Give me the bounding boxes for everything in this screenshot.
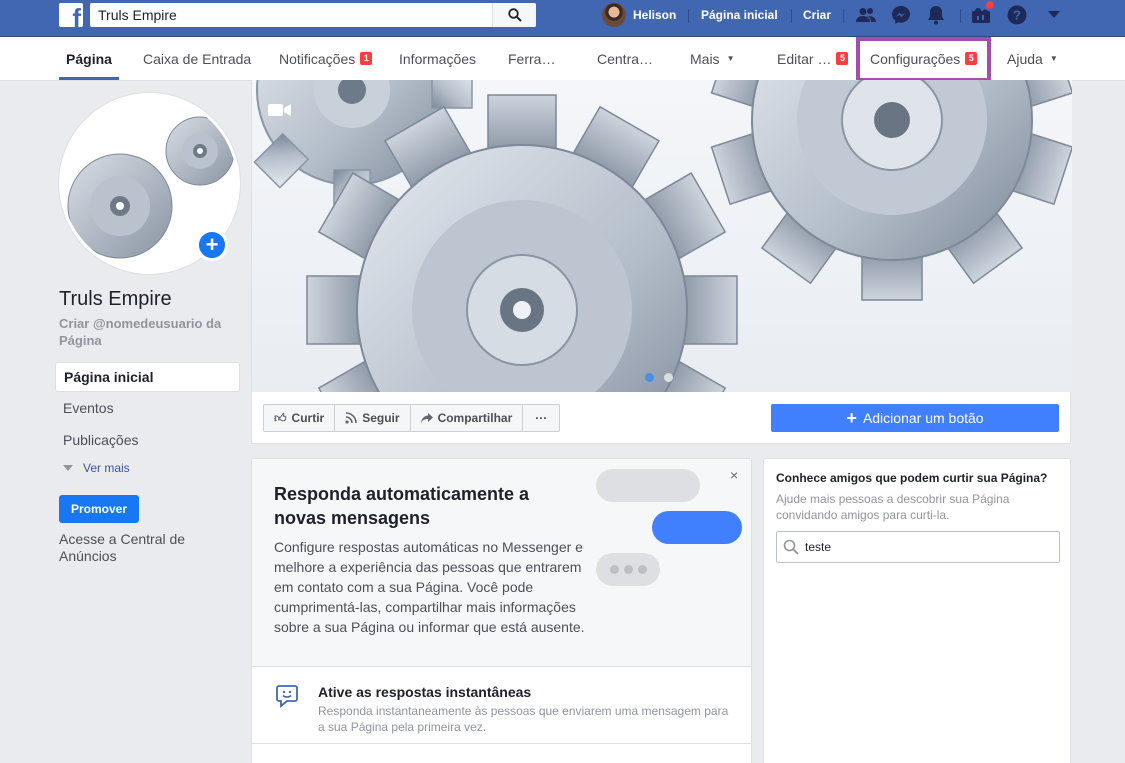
divider bbox=[843, 9, 844, 23]
rss-follow-icon bbox=[345, 412, 358, 424]
smiley-chat-icon bbox=[276, 684, 298, 713]
edit-badge: 5 bbox=[836, 52, 849, 65]
auto-reply-card: Responda automaticamente a novas mensage… bbox=[251, 458, 752, 763]
follow-button[interactable]: Seguir bbox=[335, 405, 411, 431]
search-icon bbox=[507, 8, 522, 22]
invite-friends-input[interactable] bbox=[805, 532, 1055, 562]
svg-text:?: ? bbox=[1013, 8, 1021, 23]
page-name: Truls Empire bbox=[59, 288, 172, 310]
left-menu-item-posts[interactable]: Publicações bbox=[55, 424, 240, 456]
ads-center-link[interactable]: Acesse a Central de Anúncios bbox=[59, 531, 219, 565]
add-photo-button[interactable]: + bbox=[196, 229, 228, 261]
ellipsis-icon: ··· bbox=[535, 411, 548, 425]
auto-reply-banner: Responda automaticamente a novas mensage… bbox=[252, 459, 751, 667]
search-icon bbox=[783, 539, 799, 555]
left-menu-item-home[interactable]: Página inicial bbox=[55, 362, 240, 392]
promote-button[interactable]: Promover bbox=[59, 495, 139, 523]
search-box bbox=[90, 3, 536, 27]
triangle-down-icon bbox=[63, 465, 73, 471]
tab-tools[interactable]: Ferra… bbox=[508, 37, 555, 80]
gears-cover-icon bbox=[253, 80, 1072, 392]
more-options-button[interactable]: ··· bbox=[523, 405, 559, 431]
cover-photo[interactable] bbox=[252, 80, 1072, 392]
tab-more[interactable]: Mais ▼ bbox=[690, 37, 734, 80]
carousel-dots bbox=[645, 373, 673, 382]
create-username-link[interactable]: Criar @nomedeusuario da Página bbox=[59, 315, 244, 349]
facebook-logo-icon[interactable]: f bbox=[59, 3, 83, 27]
like-button[interactable]: 👍︎ Curtir bbox=[264, 405, 336, 431]
tab-info[interactable]: Informações bbox=[399, 37, 476, 80]
search-input[interactable] bbox=[90, 3, 490, 27]
auto-reply-description: Configure respostas automáticas no Messe… bbox=[274, 539, 585, 635]
user-name: Helison bbox=[633, 8, 677, 22]
notifications-bell-icon[interactable] bbox=[925, 4, 947, 26]
carousel-dot[interactable] bbox=[664, 373, 673, 382]
plus-icon: + bbox=[846, 407, 857, 428]
carousel-dot-active[interactable] bbox=[645, 373, 654, 382]
left-menu: Página inicial Eventos Publicações bbox=[55, 362, 240, 456]
see-more-link[interactable]: Ver mais bbox=[63, 461, 130, 475]
chat-bubble-illustration bbox=[652, 511, 742, 544]
tab-notifications[interactable]: Notificações 1 bbox=[279, 37, 373, 80]
auto-reply-title: Responda automaticamente a novas mensage… bbox=[274, 484, 530, 528]
friend-requests-icon[interactable] bbox=[855, 4, 877, 26]
create-link[interactable]: Criar bbox=[803, 8, 831, 22]
home-link[interactable]: Página inicial bbox=[701, 8, 778, 22]
share-button[interactable]: Compartilhar bbox=[411, 405, 524, 431]
messenger-icon[interactable] bbox=[890, 4, 912, 26]
tab-page[interactable]: Página bbox=[59, 37, 119, 80]
typing-bubble-illustration bbox=[596, 553, 660, 586]
invite-search-box bbox=[776, 531, 1060, 563]
instant-replies-title: Ative as respostas instantâneas bbox=[318, 684, 532, 700]
invite-friends-card: Conhece amigos que podem curtir sua Pági… bbox=[763, 458, 1071, 763]
add-button-cta[interactable]: + Adicionar um botão bbox=[771, 404, 1059, 432]
video-camera-icon[interactable] bbox=[268, 102, 292, 123]
page-action-bar: 👍︎ Curtir Seguir Compartilhar ··· bbox=[263, 404, 561, 432]
invite-title: Conhece amigos que podem curtir sua Pági… bbox=[776, 471, 1048, 485]
share-arrow-icon bbox=[420, 413, 433, 423]
unread-indicator bbox=[985, 0, 995, 10]
invite-description: Ajude mais pessoas a descobrir sua Págin… bbox=[776, 492, 1010, 522]
avatar bbox=[602, 3, 626, 27]
instant-replies-description: Responda instantaneamente às pessoas que… bbox=[318, 704, 729, 734]
cover-card bbox=[251, 80, 1072, 444]
tab-edit[interactable]: Editar … 5 bbox=[777, 37, 849, 80]
tab-inbox[interactable]: Caixa de Entrada bbox=[143, 37, 251, 80]
settings-highlight-frame bbox=[856, 37, 991, 82]
divider bbox=[960, 9, 961, 23]
caret-down-icon: ▼ bbox=[1049, 54, 1058, 63]
search-button[interactable] bbox=[492, 3, 536, 27]
top-bar: f Helison Página inicial Criar ? bbox=[0, 0, 1125, 37]
plus-icon: + bbox=[205, 232, 219, 257]
chat-bubble-illustration bbox=[596, 469, 700, 502]
account-menu-chevron-down-icon[interactable] bbox=[1043, 4, 1065, 26]
divider bbox=[791, 9, 792, 23]
caret-down-icon: ▼ bbox=[726, 54, 735, 63]
divider bbox=[688, 9, 689, 23]
thumbs-up-icon: 👍︎ bbox=[274, 410, 287, 425]
notifications-badge: 1 bbox=[360, 52, 373, 65]
instant-replies-row[interactable]: Ative as respostas instantâneas Responda… bbox=[252, 668, 751, 744]
profile-link[interactable]: Helison bbox=[602, 3, 676, 27]
tab-center[interactable]: Centra… bbox=[597, 37, 653, 80]
help-icon[interactable]: ? bbox=[1006, 4, 1028, 26]
left-menu-item-events[interactable]: Eventos bbox=[55, 392, 240, 424]
tab-help[interactable]: Ajuda ▼ bbox=[1007, 37, 1058, 80]
close-icon[interactable]: × bbox=[730, 467, 738, 483]
